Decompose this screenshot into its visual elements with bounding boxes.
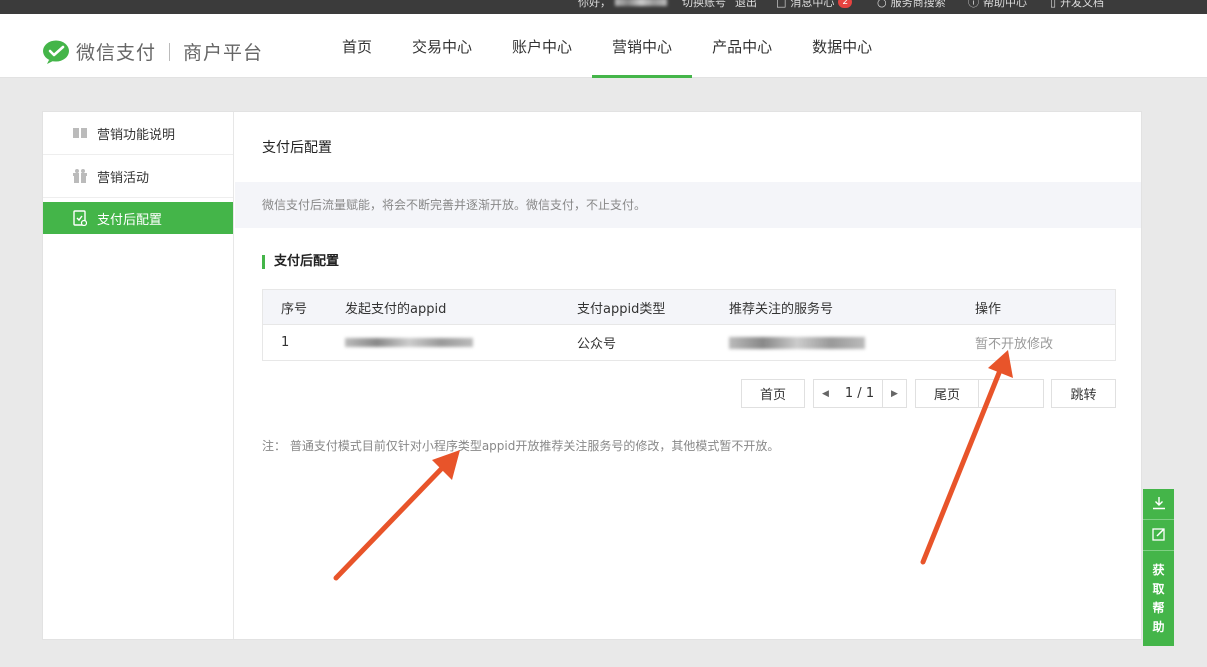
top-bar: 你好， 切换账号 退出 □ 消息中心 2 ○ 服务商搜索 ⓘ 帮助中心 ▯ 开发… xyxy=(0,0,1207,14)
appid-type-cell: 公众号 xyxy=(577,337,617,352)
book-icon xyxy=(71,126,89,140)
footnote: 注： 普通支付模式目前仅针对小程序类型appid开放推荐关注服务号的修改，其他模… xyxy=(262,439,780,453)
sidebar-item-marketing-activity[interactable]: 营销活动 xyxy=(43,155,233,198)
config-table: 序号 发起支付的appid 支付appid类型 推荐关注的服务号 操作 1 公众… xyxy=(262,289,1116,361)
logout-label: 退出 xyxy=(735,0,757,9)
sidebar-item-post-payment-config[interactable]: 支付后配置 xyxy=(43,202,233,234)
main-panel: 营销功能说明 营销活动 支付后配置 支付后配置 微信支付后流量赋能，将会不断完善… xyxy=(42,111,1142,640)
action-disabled-text: 暂不开放修改 xyxy=(975,337,1054,352)
search-icon: ○ xyxy=(877,0,887,9)
first-page-button[interactable]: 首页 xyxy=(741,379,805,408)
column-header: 支付appid类型 xyxy=(577,301,666,317)
dev-docs-link[interactable]: ▯ 开发文档 xyxy=(1050,0,1104,10)
switch-account-link[interactable]: 切换账号 xyxy=(682,0,726,10)
switch-account-label: 切换账号 xyxy=(682,0,726,9)
column-header: 发起支付的appid xyxy=(345,301,447,317)
dev-docs-label: 开发文档 xyxy=(1060,0,1105,9)
config-icon xyxy=(71,210,89,226)
page-indicator: 1 / 1 xyxy=(837,379,882,408)
edit-icon xyxy=(1151,526,1166,545)
section-title: 支付后配置 xyxy=(262,255,339,269)
column-header: 操作 xyxy=(975,301,1002,317)
help-label-char: 获 xyxy=(1152,562,1165,577)
header: 微信支付 商户平台 首页 交易中心 账户中心 营销中心 产品中心 数据中心 xyxy=(0,14,1207,78)
download-button[interactable] xyxy=(1143,489,1174,520)
feedback-button[interactable] xyxy=(1143,520,1174,551)
service-account-cell-redacted xyxy=(729,333,975,353)
help-label-char: 助 xyxy=(1152,619,1165,634)
sidebar-item-label: 营销功能说明 xyxy=(97,127,176,143)
column-header: 推荐关注的服务号 xyxy=(729,301,834,317)
message-icon: □ xyxy=(776,0,787,9)
message-count-badge: 2 xyxy=(838,0,853,8)
logo-divider xyxy=(169,42,171,61)
info-icon: ⓘ xyxy=(968,0,979,9)
logout-link[interactable]: 退出 xyxy=(735,0,757,10)
nav-data[interactable]: 数据中心 xyxy=(792,14,892,78)
sidebar-item-label: 营销活动 xyxy=(97,170,150,186)
row-index: 1 xyxy=(281,335,290,350)
chevron-left-icon: ◀ xyxy=(822,388,829,399)
page-title: 支付后配置 xyxy=(262,140,332,156)
help-center-label: 帮助中心 xyxy=(983,0,1027,9)
user-greeting: 你好， xyxy=(578,0,667,10)
service-search-label: 服务商搜索 xyxy=(890,0,946,9)
username-redacted xyxy=(615,0,667,6)
prev-page-button[interactable]: ◀ xyxy=(813,379,838,408)
logo[interactable]: 微信支付 商户平台 xyxy=(42,38,263,65)
page-jump-input[interactable] xyxy=(979,379,1044,408)
jump-button[interactable]: 跳转 xyxy=(1051,379,1116,408)
table-header: 序号 发起支付的appid 支付appid类型 推荐关注的服务号 操作 xyxy=(263,290,1115,325)
appid-cell-redacted xyxy=(345,334,577,351)
table-row: 1 公众号 暂不开放修改 xyxy=(263,325,1115,360)
next-page-button[interactable]: ▶ xyxy=(882,379,907,408)
notice-bar: 微信支付后流量赋能，将会不断完善并逐渐开放。微信支付，不止支付。 xyxy=(235,182,1141,228)
nav-products[interactable]: 产品中心 xyxy=(692,14,792,78)
get-help-button[interactable]: 获 取 帮 助 xyxy=(1143,551,1174,646)
download-icon xyxy=(1152,495,1166,514)
column-header: 序号 xyxy=(281,301,308,317)
floating-toolbar: 获 取 帮 助 xyxy=(1143,489,1174,646)
nav-account[interactable]: 账户中心 xyxy=(492,14,592,78)
help-label-char: 取 xyxy=(1152,581,1165,596)
nav-home[interactable]: 首页 xyxy=(322,14,392,78)
sidebar-item-marketing-intro[interactable]: 营销功能说明 xyxy=(43,112,233,155)
document-icon: ▯ xyxy=(1050,0,1057,9)
messages-link[interactable]: □ 消息中心 2 xyxy=(776,0,853,10)
main-nav: 首页 交易中心 账户中心 营销中心 产品中心 数据中心 xyxy=(322,14,892,78)
nav-marketing[interactable]: 营销中心 xyxy=(592,14,693,78)
last-page-button[interactable]: 尾页 xyxy=(915,379,979,408)
help-label-char: 帮 xyxy=(1152,600,1165,615)
greeting-text: 你好， xyxy=(578,0,611,9)
content-area: 支付后配置 微信支付后流量赋能，将会不断完善并逐渐开放。微信支付，不止支付。 支… xyxy=(235,112,1141,639)
sidebar: 营销功能说明 营销活动 支付后配置 xyxy=(43,112,234,639)
gift-icon xyxy=(71,169,89,183)
sub-brand-name: 商户平台 xyxy=(183,42,264,64)
wechat-pay-logo-icon xyxy=(42,40,70,64)
messages-label: 消息中心 xyxy=(790,0,835,9)
brand-name: 微信支付 xyxy=(76,42,157,64)
service-search-link[interactable]: ○ 服务商搜索 xyxy=(877,0,946,10)
sidebar-item-label: 支付后配置 xyxy=(97,212,163,228)
nav-transactions[interactable]: 交易中心 xyxy=(392,14,492,78)
help-center-link[interactable]: ⓘ 帮助中心 xyxy=(968,0,1027,10)
chevron-right-icon: ▶ xyxy=(891,388,898,399)
